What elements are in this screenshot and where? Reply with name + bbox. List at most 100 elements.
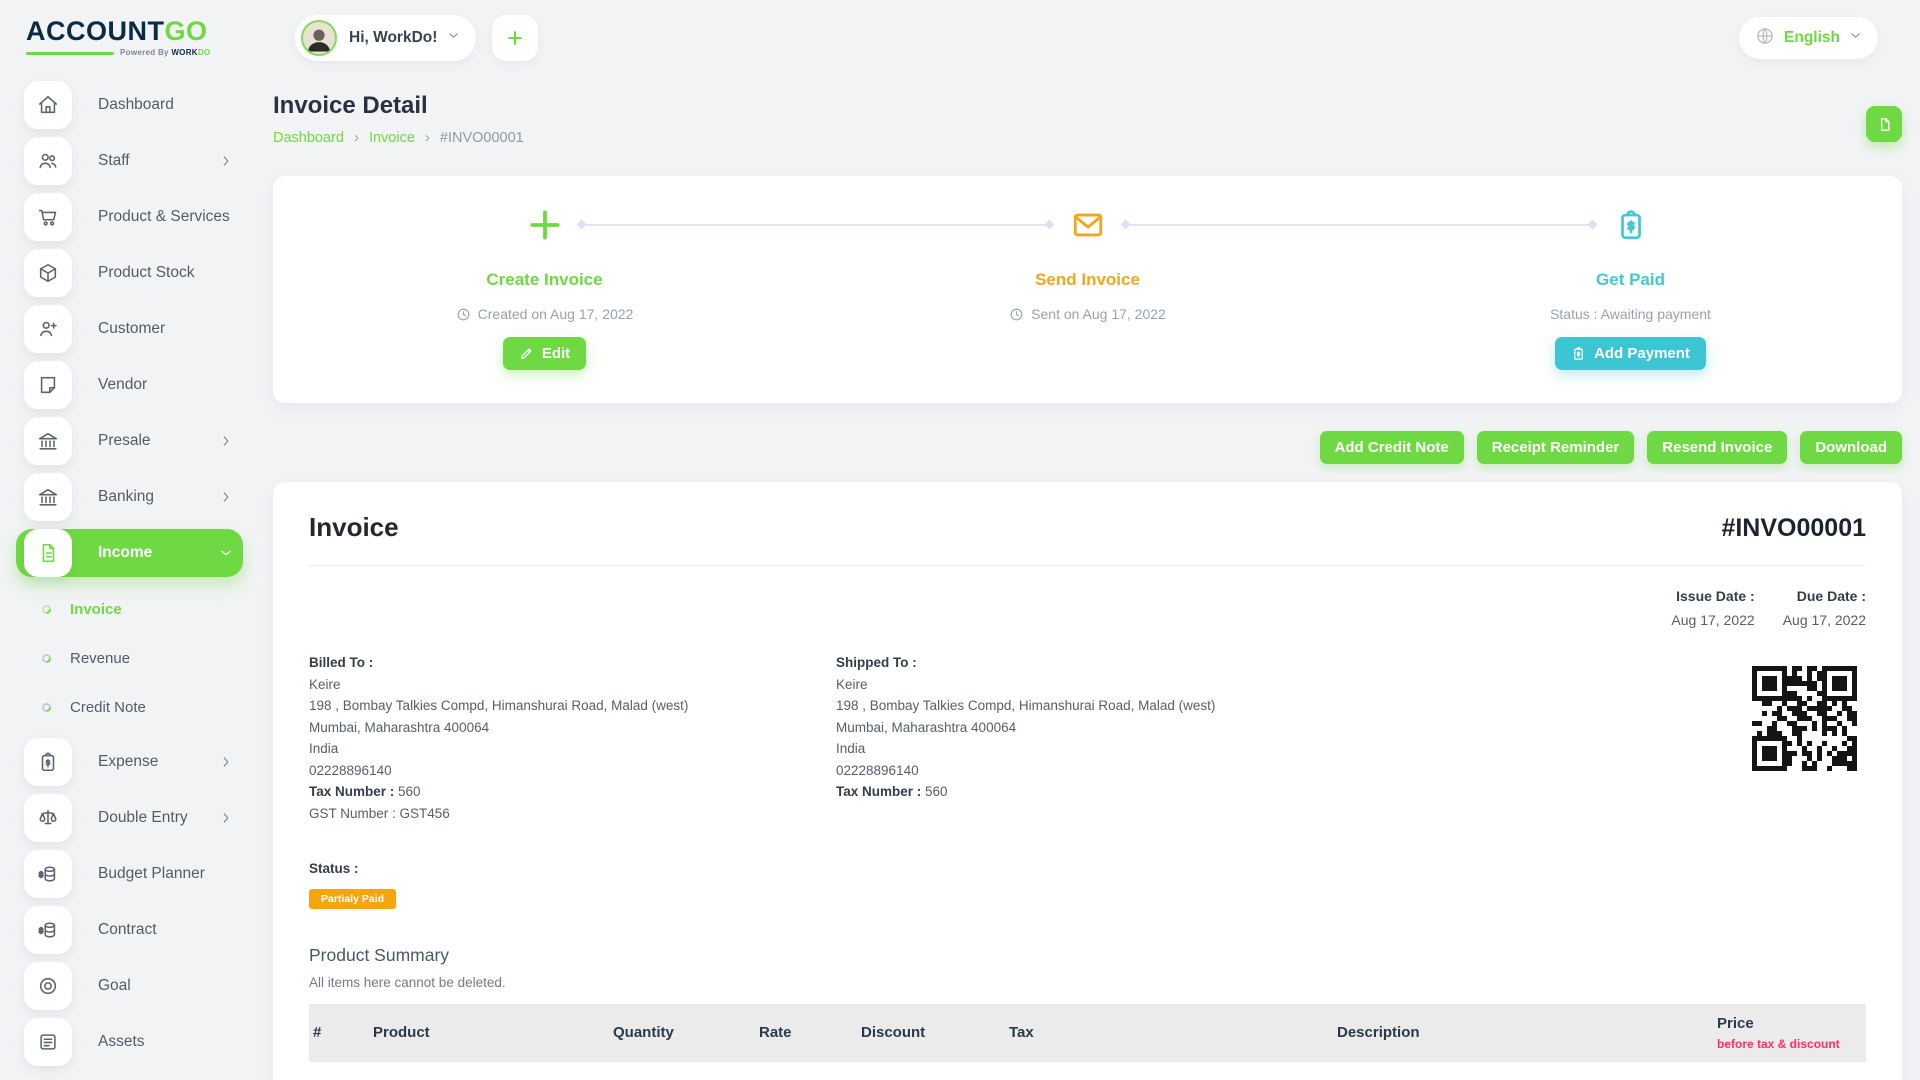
invoice-status: Status : Partialy Paid	[309, 858, 1866, 909]
submenu-item-revenue[interactable]: Revenue	[42, 638, 243, 678]
sidebar-item-label: Staff	[98, 152, 130, 170]
product-summary-title: Product Summary	[309, 945, 1866, 966]
clock-icon	[456, 307, 471, 322]
package-icon	[24, 249, 72, 297]
breadcrumb-dashboard[interactable]: Dashboard	[273, 130, 344, 146]
sidebar-item-expense[interactable]: Expense	[16, 738, 243, 786]
timeline-step-title: Get Paid	[1359, 270, 1902, 290]
sidebar-item-double-entry[interactable]: Double Entry	[16, 794, 243, 842]
timeline-step-detail: Sent on Aug 17, 2022	[816, 306, 1359, 322]
sidebar-item-label: Presale	[98, 432, 151, 450]
bullet-icon	[40, 701, 53, 714]
add-credit-note-button[interactable]: Add Credit Note	[1320, 431, 1464, 464]
sidebar-item-label: Customer	[98, 320, 165, 338]
col-description: Description	[1329, 1004, 1709, 1062]
language-selector[interactable]: English	[1739, 17, 1878, 59]
shipped-to-address1: 198 , Bombay Talkies Compd, Himanshurai …	[836, 695, 1742, 717]
sidebar: ACCOUNTGO Powered By WORKDO Dashboard St…	[0, 0, 255, 1080]
coins-icon	[24, 850, 72, 898]
note-icon	[24, 361, 72, 409]
timeline-step-create: Create Invoice Created on Aug 17, 2022 E…	[273, 176, 816, 403]
invoice-number: #INVO00001	[1721, 514, 1866, 543]
submenu-item-credit-note[interactable]: Credit Note	[42, 687, 243, 727]
shipped-to-tax: Tax Number : 560	[836, 781, 1742, 803]
sidebar-item-income[interactable]: Income	[16, 529, 243, 577]
chevron-down-icon	[447, 29, 460, 47]
clipboard-dollar-icon	[24, 738, 72, 786]
breadcrumb-separator: ›	[354, 129, 359, 146]
due-date-value: Aug 17, 2022	[1783, 612, 1866, 628]
timeline-step-title: Create Invoice	[273, 270, 816, 290]
plus-icon	[505, 28, 525, 48]
invoice-timeline-card: Create Invoice Created on Aug 17, 2022 E…	[273, 176, 1902, 403]
quick-add-button[interactable]	[492, 15, 538, 61]
col-product: Product	[365, 1004, 605, 1062]
sidebar-item-label: Expense	[98, 753, 158, 771]
users-icon	[24, 137, 72, 185]
edit-invoice-button[interactable]: Edit	[503, 337, 586, 370]
sidebar-item-label: Dashboard	[98, 96, 174, 114]
sidebar-item-presale[interactable]: Presale	[16, 417, 243, 465]
invoice-parties: Billed To : Keire 198 , Bombay Talkies C…	[309, 652, 1866, 824]
chevron-down-icon	[1849, 29, 1862, 47]
sidebar-item-goal[interactable]: Goal	[16, 962, 243, 1010]
col-num: #	[309, 1004, 365, 1062]
product-row: 1 Bicycle Accessories 1 (Pc) 90.00$ 0.00…	[309, 1062, 1866, 1080]
user-menu[interactable]: Hi, WorkDo!	[295, 15, 476, 61]
chevron-right-icon	[219, 811, 233, 825]
sidebar-item-budget-planner[interactable]: Budget Planner	[16, 850, 243, 898]
sidebar-item-label: Income	[98, 544, 152, 562]
sidebar-item-label: Vendor	[98, 376, 147, 394]
receipt-reminder-button[interactable]: Receipt Reminder	[1477, 431, 1635, 464]
shipped-to-block: Shipped To : Keire 198 , Bombay Talkies …	[836, 652, 1742, 824]
col-tax: Tax	[1001, 1004, 1329, 1062]
sidebar-item-customer[interactable]: Customer	[16, 305, 243, 353]
divider	[309, 565, 1866, 566]
col-discount: Discount	[853, 1004, 1001, 1062]
brand-secondary: GO	[165, 16, 208, 46]
globe-icon	[1755, 26, 1775, 51]
income-submenu: Invoice Revenue Credit Note	[16, 585, 243, 738]
timeline-connector	[1124, 224, 1595, 226]
status-label: Status :	[309, 858, 1866, 880]
sidebar-item-label: Banking	[98, 488, 154, 506]
brand-underline	[26, 52, 114, 55]
resend-invoice-button[interactable]: Resend Invoice	[1647, 431, 1787, 464]
sidebar-item-product-services[interactable]: Product & Services	[16, 193, 243, 241]
user-plus-icon	[24, 305, 72, 353]
breadcrumb-invoice[interactable]: Invoice	[369, 130, 415, 146]
timeline-step-detail: Status : Awaiting payment	[1359, 306, 1902, 322]
export-document-button[interactable]	[1866, 106, 1902, 142]
download-button[interactable]: Download	[1800, 431, 1902, 464]
billed-to-phone: 02228896140	[309, 760, 836, 782]
sidebar-item-staff[interactable]: Staff	[16, 137, 243, 185]
chevron-right-icon	[219, 490, 233, 504]
shipped-to-name: Keire	[836, 674, 1742, 696]
billed-to-tax: Tax Number : 560	[309, 781, 836, 803]
issue-date-value: Aug 17, 2022	[1671, 612, 1754, 628]
file-icon	[24, 529, 72, 577]
sidebar-item-vendor[interactable]: Vendor	[16, 361, 243, 409]
billed-to-country: India	[309, 738, 836, 760]
cell-num: 1	[309, 1062, 365, 1080]
sidebar-item-contract[interactable]: Contract	[16, 906, 243, 954]
clipboard-dollar-icon	[1571, 346, 1586, 361]
sidebar-item-assets[interactable]: Assets	[16, 1018, 243, 1066]
app-root: ACCOUNTGO Powered By WORKDO Dashboard St…	[0, 0, 1920, 1080]
col-rate: Rate	[751, 1004, 853, 1062]
home-icon	[24, 81, 72, 129]
cell-price: 90.00$	[1709, 1062, 1866, 1080]
sidebar-item-label: Budget Planner	[98, 865, 205, 883]
submenu-item-invoice[interactable]: Invoice	[42, 589, 243, 629]
status-badge: Partialy Paid	[309, 889, 396, 909]
cell-quantity: 1 (Pc)	[605, 1062, 751, 1080]
sidebar-item-dashboard[interactable]: Dashboard	[16, 81, 243, 129]
add-payment-button[interactable]: Add Payment	[1555, 337, 1706, 370]
sidebar-item-product-stock[interactable]: Product Stock	[16, 249, 243, 297]
product-table: # Product Quantity Rate Discount Tax Des…	[309, 1004, 1866, 1080]
cell-tax: CGST (5.5%) 4.95$	[1001, 1062, 1329, 1080]
cell-rate: 90.00$	[751, 1062, 853, 1080]
chevron-right-icon	[219, 154, 233, 168]
main-content: Hi, WorkDo! English Invoice Detail Dashb…	[255, 0, 1920, 1080]
sidebar-item-banking[interactable]: Banking	[16, 473, 243, 521]
